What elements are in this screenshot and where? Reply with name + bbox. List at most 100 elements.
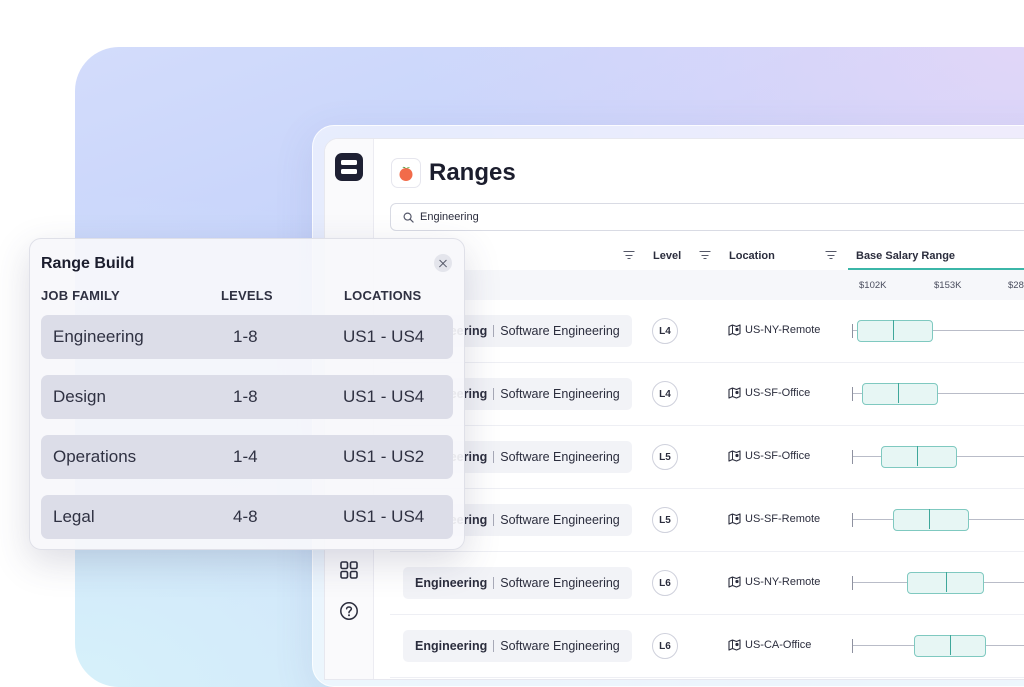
header-levels: LEVELS xyxy=(221,288,273,303)
salary-range-bar[interactable] xyxy=(852,635,1024,657)
help-icon[interactable] xyxy=(339,601,359,621)
locations-value: US1 - US4 xyxy=(343,387,425,406)
level-badge: L5 xyxy=(652,444,678,470)
range-median xyxy=(892,320,894,340)
locations-value: US1 - US2 xyxy=(343,447,425,466)
column-salary[interactable]: Base Salary Range xyxy=(856,250,955,262)
header-job-family: JOB FAMILY xyxy=(41,288,120,303)
job-role-label: Software Engineering xyxy=(500,450,620,464)
job-family-name: Operations xyxy=(53,447,137,466)
range-build-row[interactable]: Design 1-8 US1 - US4 xyxy=(41,375,453,419)
range-min-cap xyxy=(852,639,853,653)
job-role-label: Software Engineering xyxy=(500,387,620,401)
level-badge: L6 xyxy=(652,633,678,659)
range-median xyxy=(945,572,947,592)
header-locations: LOCATIONS xyxy=(344,288,422,303)
divider xyxy=(493,577,495,589)
divider xyxy=(493,451,495,463)
range-min-cap xyxy=(852,513,853,527)
filter-icon[interactable] xyxy=(623,251,634,260)
levels-value: 1-8 xyxy=(233,327,258,346)
peach-icon xyxy=(391,158,421,188)
job-role-label: Software Engineering xyxy=(500,513,620,527)
range-build-popover: Range Build JOB FAMILY LEVELS LOCATIONS … xyxy=(29,238,465,550)
range-build-row[interactable]: Operations 1-4 US1 - US2 xyxy=(41,435,453,479)
salary-range-bar[interactable] xyxy=(852,572,1024,594)
level-badge: L5 xyxy=(652,507,678,533)
close-icon[interactable] xyxy=(434,254,452,272)
logo-icon[interactable] xyxy=(335,153,363,181)
range-build-row[interactable]: Legal 4-8 US1 - US4 xyxy=(41,495,453,539)
divider xyxy=(493,388,495,400)
levels-value: 1-4 xyxy=(233,447,258,466)
main-content: Ranges Engineering Level Location Base S… xyxy=(373,139,1024,679)
range-build-row[interactable]: Engineering 1-8 US1 - US4 xyxy=(41,315,453,359)
levels-value: 1-8 xyxy=(233,387,258,406)
level-badge: L6 xyxy=(652,570,678,596)
column-location[interactable]: Location xyxy=(729,250,775,262)
location-cell: US-NY-Remote xyxy=(728,324,820,336)
location-cell: US-CA-Office xyxy=(728,639,811,651)
job-family-label: Engineering xyxy=(415,576,488,590)
range-min-cap xyxy=(852,450,853,464)
range-box xyxy=(856,320,934,342)
search-value: Engineering xyxy=(420,211,479,223)
job-role-label: Software Engineering xyxy=(500,576,620,590)
salary-range-bar[interactable] xyxy=(852,320,1024,342)
location-cell: US-SF-Office xyxy=(728,387,810,399)
range-min-cap xyxy=(852,576,853,590)
level-badge: L4 xyxy=(652,318,678,344)
search-input[interactable]: Engineering xyxy=(390,203,1024,231)
job-family-name: Legal xyxy=(53,507,95,526)
location-label: US-NY-Remote xyxy=(745,576,821,588)
location-label: US-NY-Remote xyxy=(745,324,821,336)
locations-value: US1 - US4 xyxy=(343,327,425,346)
popover-title: Range Build xyxy=(41,255,135,272)
location-label: US-CA-Office xyxy=(745,639,812,651)
divider xyxy=(493,514,495,526)
axis-tick: $28 xyxy=(1008,280,1024,291)
range-median xyxy=(916,446,918,466)
location-label: US-SF-Office xyxy=(745,387,811,399)
location-cell: US-NY-Remote xyxy=(728,576,820,588)
map-pin-icon xyxy=(728,513,741,525)
table-row[interactable]: Engineering Software Engineering L6 US-CA-O… xyxy=(390,615,1024,678)
map-pin-icon xyxy=(728,387,741,399)
map-pin-icon xyxy=(728,639,741,651)
filter-icon[interactable] xyxy=(699,251,710,260)
salary-axis: $102K $153K $28 xyxy=(390,270,1024,300)
job-title-pill[interactable]: Engineering Software Engineering xyxy=(403,630,632,662)
page-title: Ranges xyxy=(429,159,516,186)
range-median xyxy=(950,635,952,655)
table-row[interactable]: EngineeringSoftware EngineeringL4US-SF-O… xyxy=(390,363,1024,426)
location-label: US-SF-Remote xyxy=(745,513,821,525)
table-row[interactable]: EngineeringSoftware EngineeringL5US-SF-O… xyxy=(390,426,1024,489)
job-role-label: Software Engineering xyxy=(500,639,620,653)
job-family-name: Engineering xyxy=(53,327,144,346)
table-row[interactable]: EngineeringSoftware EngineeringL5US-SF-R… xyxy=(390,489,1024,552)
job-title-pill[interactable]: Engineering Software Engineering xyxy=(403,567,632,599)
map-pin-icon xyxy=(728,576,741,588)
axis-tick: $102K xyxy=(859,280,887,291)
range-median xyxy=(928,509,930,529)
range-box xyxy=(880,446,958,468)
location-label: US-SF-Office xyxy=(745,450,811,462)
table-row[interactable]: EngineeringSoftware EngineeringL4US-NY-R… xyxy=(390,300,1024,363)
range-min-cap xyxy=(852,387,853,401)
grid-icon[interactable] xyxy=(339,560,359,580)
column-level[interactable]: Level xyxy=(653,250,681,262)
salary-range-bar[interactable] xyxy=(852,446,1024,468)
locations-value: US1 - US4 xyxy=(343,507,425,526)
level-badge: L4 xyxy=(652,381,678,407)
range-min-cap xyxy=(852,324,853,338)
axis-tick: $153K xyxy=(934,280,962,291)
salary-range-bar[interactable] xyxy=(852,383,1024,405)
divider xyxy=(493,640,495,652)
range-box xyxy=(892,509,970,531)
filter-icon[interactable] xyxy=(825,251,836,260)
range-median xyxy=(897,383,899,403)
search-icon xyxy=(403,212,414,223)
salary-range-bar[interactable] xyxy=(852,509,1024,531)
table-row[interactable]: Engineering Software Engineering L6 US-NY-R… xyxy=(390,552,1024,615)
table-header: Level Location Base Salary Range xyxy=(390,244,1024,270)
